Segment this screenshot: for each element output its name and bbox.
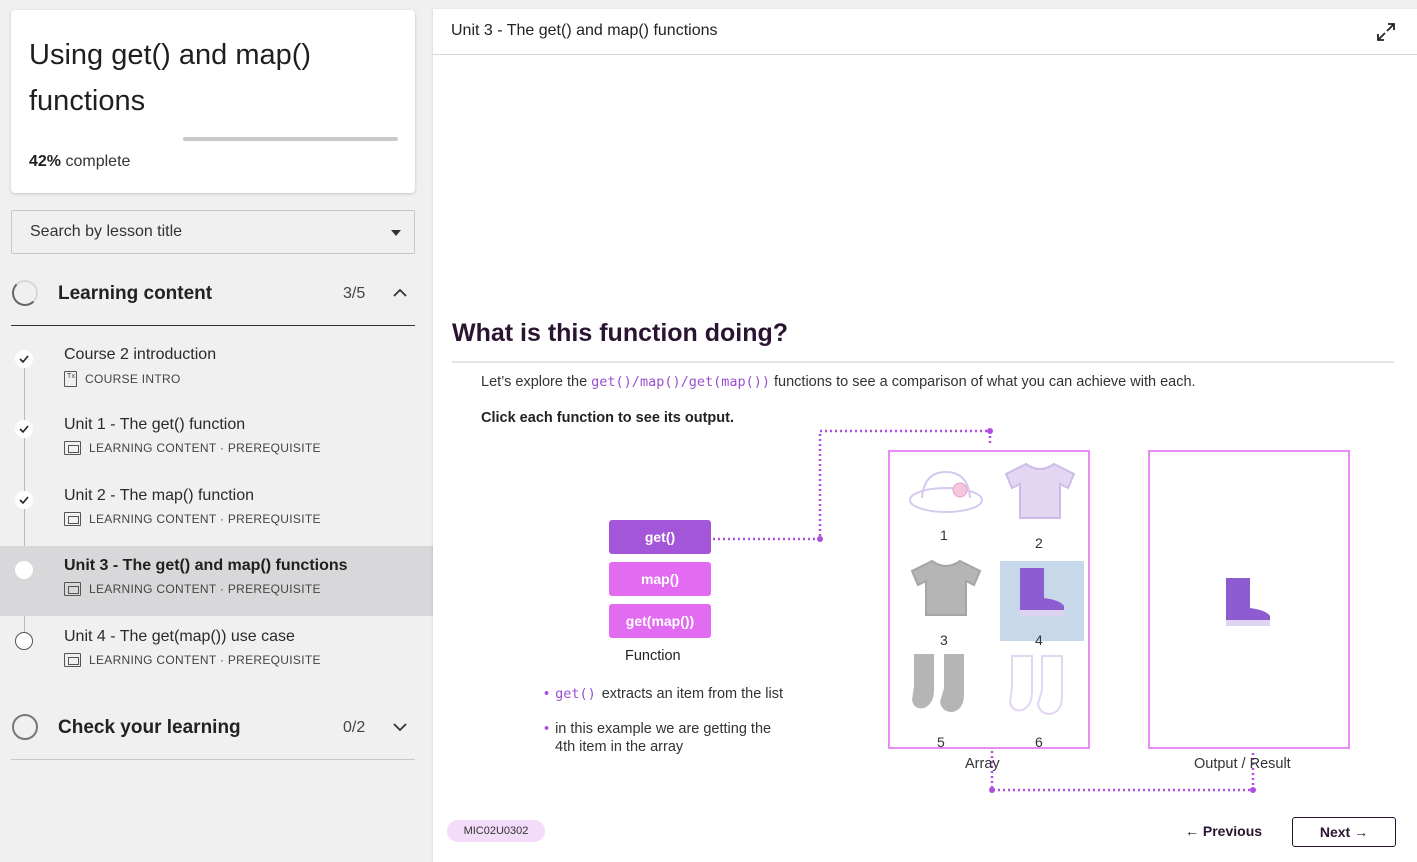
function-caption: Function: [625, 648, 681, 664]
array-index-label: 5: [937, 734, 945, 750]
tshirt-grey-icon: [910, 559, 982, 616]
section-title: Check your learning: [58, 717, 241, 738]
empty-circle-icon: [15, 632, 33, 650]
progress-suffix: complete: [65, 153, 131, 170]
lesson-meta: Tx COURSE INTRO: [64, 371, 181, 387]
boot-output-icon: [1226, 578, 1270, 626]
screen-icon: [64, 512, 81, 526]
lesson-meta-text: LEARNING CONTENT · PREREQUISITE: [89, 512, 321, 526]
section-check-your-learning[interactable]: Check your learning 0/2: [11, 708, 415, 748]
array-box: 1 2 3 4 5 6: [888, 450, 1090, 750]
socks-light-icon: [1008, 655, 1063, 716]
array-index-label: 4: [1035, 632, 1043, 648]
lesson-panel: Unit 3 - The get() and map() functions W…: [433, 9, 1417, 862]
lesson-search-select[interactable]: Search by lesson title: [11, 210, 415, 254]
array-caption: Array: [965, 756, 1000, 772]
section-divider: [11, 325, 415, 326]
array-index-label: 1: [940, 527, 948, 543]
previous-button[interactable]: ← Previous: [1185, 823, 1262, 839]
lesson-title: Course 2 introduction: [64, 346, 217, 363]
progress-fill: [183, 137, 274, 141]
get-function-button[interactable]: get(): [609, 520, 711, 554]
current-dot-icon: [15, 561, 33, 579]
progress-ring-icon: [12, 714, 38, 740]
lesson-item-unit-4[interactable]: Unit 4 - The get(map()) use case LEARNIN…: [0, 617, 433, 687]
search-placeholder: Search by lesson title: [30, 223, 183, 240]
screen-icon: [64, 653, 81, 667]
section-title: Learning content: [58, 283, 213, 304]
progress-ring-icon: [12, 280, 38, 306]
screen-icon: [64, 441, 81, 455]
get-map-function-button[interactable]: get(map()): [609, 604, 711, 638]
section-count: 0/2: [343, 719, 366, 736]
section-divider: [11, 759, 415, 760]
bullet-dot: •: [544, 686, 550, 702]
lesson-item-unit-1[interactable]: Unit 1 - The get() function LEARNING CON…: [0, 405, 433, 475]
output-box: [1148, 450, 1350, 749]
bullet-get-description: • get() extracts an item from the list: [544, 685, 783, 703]
lesson-item-unit-2[interactable]: Unit 2 - The map() function LEARNING CON…: [0, 476, 433, 546]
bullet-line-1: in this example we are getting the: [555, 721, 772, 737]
progress-bar: [183, 137, 398, 141]
lesson-item-intro[interactable]: Course 2 introduction Tx COURSE INTRO: [0, 335, 433, 405]
check-icon: [15, 491, 33, 509]
section-count: 3/5: [343, 285, 366, 302]
array-index-label: 6: [1035, 734, 1043, 750]
course-title: Using get() and map() functions: [29, 39, 312, 117]
lesson-meta: LEARNING CONTENT · PREREQUISITE: [64, 582, 321, 596]
bullet-example-description: • in this example we are getting the 4th …: [544, 720, 771, 756]
array-index-label: 2: [1035, 535, 1043, 551]
lesson-meta-text: COURSE INTRO: [85, 372, 181, 386]
lesson-meta-text: LEARNING CONTENT · PREREQUISITE: [89, 653, 321, 667]
lesson-item-unit-3[interactable]: Unit 3 - The get() and map() functions L…: [0, 546, 433, 616]
lesson-title: Unit 4 - The get(map()) use case: [64, 628, 295, 645]
course-card: Using get() and map() functions 42% comp…: [11, 10, 415, 193]
socks-grey-icon: [912, 654, 964, 712]
chevron-down-icon[interactable]: [393, 720, 407, 734]
lesson-title: Unit 3 - The get() and map() functions: [64, 557, 348, 574]
doc-icon: Tx: [64, 371, 77, 387]
lesson-meta: LEARNING CONTENT · PREREQUISITE: [64, 512, 321, 526]
lesson-meta-text: LEARNING CONTENT · PREREQUISITE: [89, 441, 321, 455]
lesson-meta: LEARNING CONTENT · PREREQUISITE: [64, 653, 321, 667]
tshirt-lavender-icon: [1004, 462, 1076, 519]
boot-icon: [1020, 568, 1064, 616]
progress-percent: 42%: [29, 153, 62, 170]
caret-down-icon: [391, 230, 401, 236]
lesson-title: Unit 2 - The map() function: [64, 487, 255, 504]
chevron-up-icon[interactable]: [393, 286, 407, 300]
check-icon: [15, 420, 33, 438]
map-function-button[interactable]: map(): [609, 562, 711, 596]
array-index-label: 3: [940, 632, 948, 648]
bullet-line-2: 4th item in the array: [555, 739, 684, 755]
screen-icon: [64, 582, 81, 596]
output-caption: Output / Result: [1194, 756, 1291, 772]
check-icon: [15, 350, 33, 368]
hat-icon: [909, 470, 983, 513]
bullet-dot: •: [544, 721, 550, 737]
bullet-code: get(): [555, 686, 596, 702]
next-button[interactable]: Next →: [1292, 817, 1396, 847]
lesson-meta: LEARNING CONTENT · PREREQUISITE: [64, 441, 321, 455]
progress-label: 42% complete: [29, 153, 130, 171]
lesson-code-badge: MIC02U0302: [447, 820, 545, 842]
lesson-title: Unit 1 - The get() function: [64, 416, 246, 433]
lesson-meta-text: LEARNING CONTENT · PREREQUISITE: [89, 582, 321, 596]
bullet-text: extracts an item from the list: [601, 686, 784, 702]
section-learning-content[interactable]: Learning content 3/5: [11, 274, 415, 314]
